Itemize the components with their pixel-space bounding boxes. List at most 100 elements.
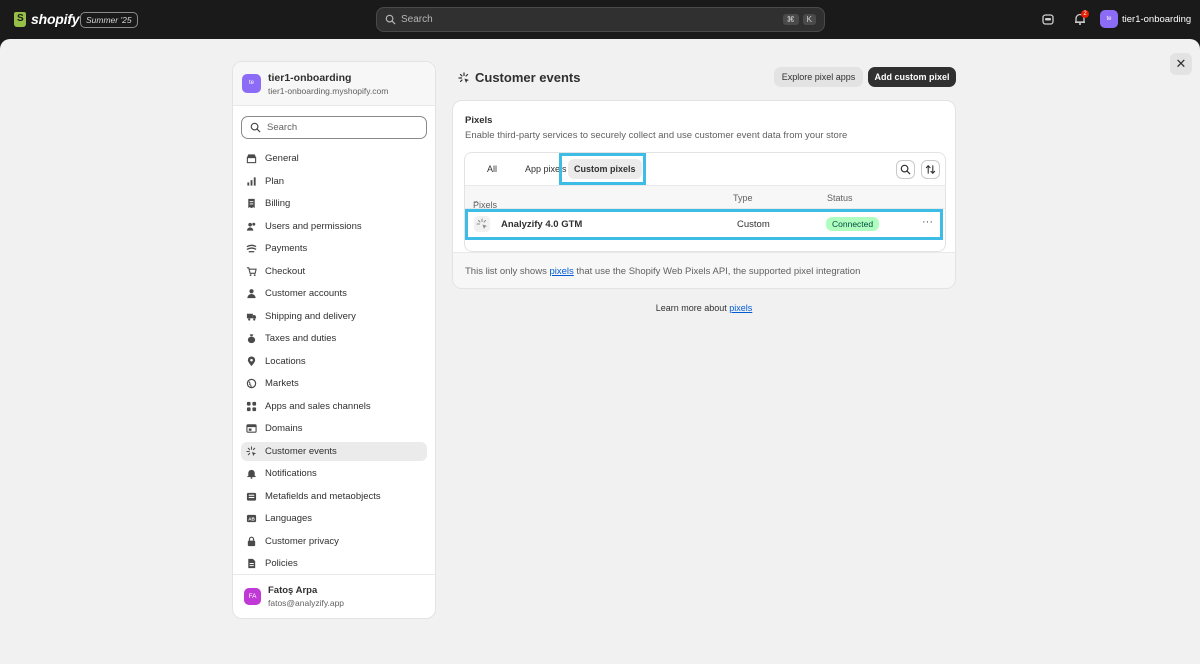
apps-icon	[246, 401, 257, 411]
shopify-logo[interactable]: shopify	[14, 11, 80, 27]
sidekick-icon[interactable]	[1041, 12, 1055, 26]
sidebar-item-languages[interactable]: AB Languages	[241, 509, 427, 528]
store-avatar: te	[242, 74, 261, 93]
add-custom-pixel-button[interactable]: Add custom pixel	[868, 67, 956, 87]
search-icon	[385, 14, 396, 25]
shortcut-k: K	[802, 14, 816, 25]
learn-more-link[interactable]: pixels	[729, 303, 752, 313]
sidebar-item-label: Notifications	[265, 468, 317, 479]
sidebar-item-label: Plan	[265, 175, 285, 187]
sidebar-item-checkout[interactable]: Checkout	[241, 262, 427, 281]
shopify-bag-icon	[14, 11, 26, 27]
svg-text:AB: AB	[248, 516, 255, 521]
sort-icon	[925, 165, 936, 174]
page-title: Customer events	[458, 70, 580, 85]
bell-icon	[247, 469, 256, 479]
sidebar-item-label: Taxes and duties	[265, 333, 337, 344]
sidebar-item-payments[interactable]: Payments	[241, 239, 427, 258]
global-search[interactable]: Search ⌘ K	[376, 7, 825, 32]
sidebar-item-label: Metafields and metaobjects	[265, 490, 381, 502]
close-icon: ✕	[1175, 56, 1187, 71]
sidebar-item-metafields-and-metaobjects[interactable]: Metafields and metaobjects	[241, 487, 427, 506]
money-bag-icon	[247, 334, 256, 344]
sparkle-icon	[458, 71, 469, 83]
sidebar-item-customer-events[interactable]: Customer events	[241, 441, 427, 461]
sidebar-item-users-and-permissions[interactable]: Users and permissions	[241, 217, 427, 236]
store-avatar: te	[1100, 10, 1118, 28]
nav-store-header: te tier1-onboarding tier1-onboarding.mys…	[233, 62, 435, 106]
sidebar-item-label: Policies	[265, 558, 298, 569]
sidebar-item-label: Locations	[265, 355, 306, 367]
table-search-button[interactable]	[896, 160, 915, 179]
sidebar-item-label: Customer privacy	[265, 535, 339, 547]
sidebar-item-customer-accounts[interactable]: Customer accounts	[241, 284, 427, 303]
sidebar-item-taxes-and-duties[interactable]: Taxes and duties	[241, 329, 427, 348]
table-header: Pixels ⌃ Type Status	[465, 185, 945, 210]
sidebar-item-domains[interactable]: Domains	[241, 419, 427, 438]
close-button[interactable]: ✕	[1170, 53, 1192, 75]
sidebar-item-general[interactable]: General	[241, 149, 427, 168]
learn-more-text: Learn more about	[655, 303, 730, 313]
tab-all[interactable]: All	[481, 159, 503, 179]
pixels-card: Pixels Enable third-party services to se…	[452, 100, 956, 289]
domain-icon	[246, 424, 257, 433]
sidebar-item-locations[interactable]: Locations	[241, 352, 427, 371]
sidebar-item-label: General	[265, 153, 299, 164]
pixels-table: All App pixels Custom pixels Pixels ⌃ Ty…	[464, 152, 946, 252]
sidebar-item-apps-and-sales-channels[interactable]: Apps and sales channels	[241, 397, 427, 416]
sort-chevron-icon: ⌃	[473, 200, 480, 209]
sidebar-item-label: Customer accounts	[265, 288, 347, 299]
shortcut-cmd: ⌘	[782, 14, 799, 25]
nav-user[interactable]: FA Fatoş Arpa fatos@analyzify.app	[233, 574, 435, 618]
user-email: fatos@analyzify.app	[268, 598, 345, 608]
pixels-card-title: Pixels	[465, 115, 493, 126]
receipt-icon	[248, 198, 255, 209]
document-icon	[248, 558, 256, 569]
page-title-text: Customer events	[475, 70, 581, 85]
sidebar-item-label: Markets	[265, 378, 299, 389]
sidebar-item-policies[interactable]: Policies	[241, 554, 427, 573]
edition-badge[interactable]: Summer '25	[80, 12, 138, 28]
footer-text-post: that use the Shopify Web Pixels API, the…	[573, 266, 861, 277]
tab-highlight	[559, 153, 646, 185]
learn-more: Learn more about pixels	[0, 303, 1200, 313]
store-name: tier1-onboarding	[1122, 13, 1192, 25]
sidebar-item-markets[interactable]: Markets	[241, 374, 427, 393]
sparkle-icon	[246, 445, 257, 456]
cart-icon	[246, 266, 257, 276]
footer-text-pre: This list only shows	[465, 266, 550, 277]
sidebar-item-notifications[interactable]: Notifications	[241, 464, 427, 483]
sidebar-item-label: Customer events	[265, 445, 337, 457]
lock-icon	[247, 536, 256, 546]
sidebar-item-label: Users and permissions	[265, 220, 362, 232]
nav-search-placeholder: Search	[267, 122, 298, 133]
pixels-link[interactable]: pixels	[549, 266, 573, 277]
chart-icon	[247, 176, 256, 186]
settings-nav: te tier1-onboarding tier1-onboarding.mys…	[232, 61, 436, 619]
sidebar-item-plan[interactable]: Plan	[241, 172, 427, 191]
nav-search-input[interactable]: Search	[241, 116, 427, 139]
search-icon	[250, 122, 261, 133]
user-avatar: FA	[244, 588, 261, 605]
notification-badge: 2	[1081, 10, 1089, 18]
table-row[interactable]: Analyzify 4.0 GTM Custom Connected ···	[465, 209, 945, 240]
sidebar-item-customer-privacy[interactable]: Customer privacy	[241, 532, 427, 551]
sidebar-item-billing[interactable]: Billing	[241, 194, 427, 213]
nav-store-name: tier1-onboarding	[268, 71, 352, 84]
explore-pixel-apps-button[interactable]: Explore pixel apps	[774, 67, 863, 87]
pixels-card-subtitle: Enable third-party services to securely …	[465, 130, 848, 141]
database-icon	[246, 492, 257, 501]
language-icon: AB	[246, 514, 257, 523]
sidebar-item-label: Checkout	[265, 265, 306, 277]
search-icon	[900, 164, 911, 175]
sidebar-item-label: Domains	[265, 423, 303, 434]
sidebar-item-label: Billing	[265, 198, 291, 209]
pixels-card-footer: This list only shows pixels that use the…	[453, 252, 955, 288]
sort-button[interactable]	[921, 160, 940, 179]
search-placeholder: Search	[401, 14, 433, 25]
top-bar: shopify Summer '25 Search ⌘ K 2 te tier1…	[0, 0, 1200, 39]
store-switcher[interactable]: te tier1-onboarding	[1100, 10, 1191, 28]
footer-text: This list only shows pixels that use the…	[465, 266, 860, 277]
globe-icon	[246, 378, 257, 389]
users-icon	[246, 222, 256, 231]
